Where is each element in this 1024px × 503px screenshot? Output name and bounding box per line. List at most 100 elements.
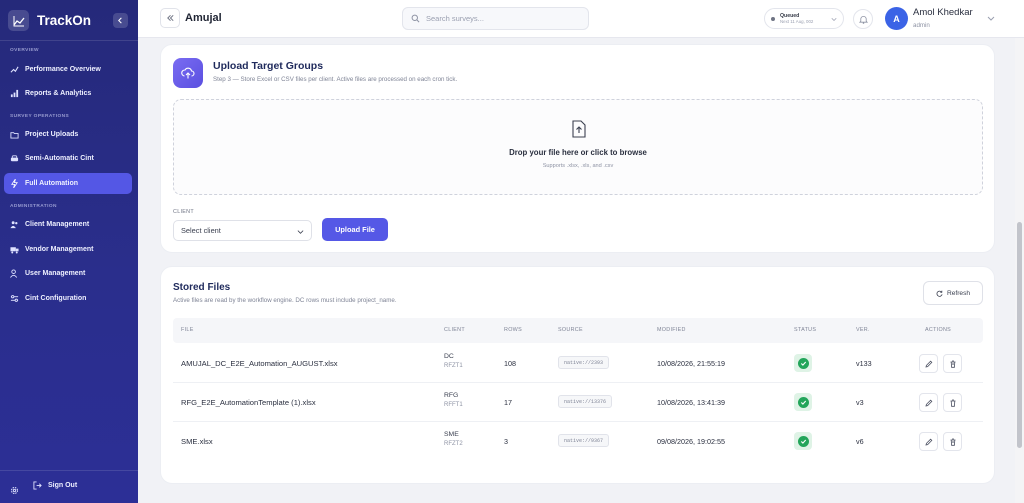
notifications-button[interactable] [853, 9, 873, 29]
version: v3 [856, 398, 864, 407]
users-icon [10, 220, 19, 229]
sidebar-item-client-management[interactable]: Client Management [4, 214, 132, 235]
pencil-icon [924, 399, 932, 407]
modified-date: 10/08/2026, 21:55:19 [657, 359, 725, 368]
refresh-icon [936, 290, 943, 297]
stored-files-card: Stored Files Active files are read by th… [160, 266, 995, 484]
search-icon [411, 14, 420, 23]
upload-icon [10, 130, 19, 139]
pencil-icon [924, 360, 932, 368]
queue-status-text: Queued Next 11 Aug, 002 [780, 13, 813, 25]
app-name: TrackOn [37, 13, 92, 28]
sidebar-item-reports-analytics[interactable]: Reports & Analytics [4, 83, 132, 104]
source-chip: native://9367 [558, 434, 610, 447]
sign-out-label: Sign Out [48, 482, 78, 489]
client-select[interactable]: Select client [173, 220, 312, 241]
table-row: RFG_E2E_AutomationTemplate (1).xlsx RFG … [173, 383, 983, 422]
column-header-file: FILE [181, 327, 194, 333]
trend-logo-icon [8, 10, 29, 31]
source-chip: native://2393 [558, 356, 610, 369]
sidebar-item-label: Project Uploads [25, 131, 79, 138]
modified-date: 10/08/2026, 13:41:39 [657, 398, 725, 407]
card-subtitle: Step 3 — Store Excel or CSV files per cl… [213, 76, 458, 83]
collapse-sidebar-button[interactable] [113, 13, 128, 28]
sidebar-item-semi-automatic-cint[interactable]: Semi-Automatic Cint [4, 148, 132, 169]
column-header-status: STATUS [794, 327, 817, 333]
dropzone-title: Drop your file here or click to browse [509, 148, 647, 157]
top-bar: Amujal Search surveys... Queued Next 11 … [138, 0, 1024, 38]
sidebar-item-label: Full Automation [25, 180, 79, 187]
scrollbar-thumb[interactable] [1017, 222, 1022, 448]
check-icon [797, 396, 809, 408]
column-header-client: CLIENT [444, 327, 465, 333]
sidebar-footer: Sign Out [0, 470, 138, 503]
user-cog-icon [10, 269, 19, 278]
sidebar-item-user-management[interactable]: User Management [4, 263, 132, 284]
back-button[interactable] [160, 8, 180, 28]
table-row: AMUJAL_DC_E2E_Automation_AUGUST.xlsx DC … [173, 344, 983, 383]
sliders-icon [10, 294, 19, 303]
trend-icon [10, 65, 19, 74]
status-badge[interactable] [794, 354, 812, 372]
edit-button[interactable] [919, 393, 938, 412]
sidebar-item-label: Performance Overview [25, 66, 101, 73]
queue-status-dropdown[interactable]: Queued Next 11 Aug, 002 [764, 8, 844, 29]
search-input[interactable]: Search surveys... [426, 14, 484, 23]
file-name: AMUJAL_DC_E2E_Automation_AUGUST.xlsx [181, 359, 338, 368]
client-sub: RFZT2 [444, 441, 463, 447]
file-name: RFG_E2E_AutomationTemplate (1).xlsx [181, 398, 316, 407]
sign-out-button[interactable]: Sign Out [33, 481, 77, 490]
edit-button[interactable] [919, 354, 938, 373]
sidebar-item-full-automation[interactable]: Full Automation [4, 173, 132, 194]
row-count: 108 [504, 359, 516, 368]
column-header-modified: MODIFIED [657, 327, 686, 333]
trash-icon [950, 399, 955, 407]
client-code: SME [444, 431, 459, 438]
sidebar-item-cint-configuration[interactable]: Cint Configuration [4, 288, 132, 309]
archive-button[interactable] [943, 354, 962, 373]
search-box[interactable]: Search surveys... [402, 7, 589, 30]
row-count: 3 [504, 437, 508, 446]
brand[interactable]: TrackOn [8, 10, 91, 31]
edit-button[interactable] [919, 432, 938, 451]
card-title: Upload Target Groups [213, 60, 324, 72]
sidebar-item-vendor-management[interactable]: Vendor Management [4, 239, 132, 260]
column-header-source: SOURCE [558, 327, 583, 333]
user-role: admin [913, 22, 930, 29]
client-code: DC [444, 353, 454, 360]
gear-icon[interactable] [10, 482, 19, 495]
column-header-version: VER. [856, 327, 870, 333]
sidebar-item-performance-overview[interactable]: Performance Overview [4, 59, 132, 80]
client-cell: SME RFZT2 [444, 430, 463, 449]
version: v133 [856, 359, 872, 368]
status-badge[interactable] [794, 393, 812, 411]
table-row: SME.xlsx SME RFZT2 3 native://9367 09/08… [173, 422, 983, 461]
dropzone-subtitle: Supports .xlsx, .xls, and .csv [542, 163, 614, 169]
client-cell: DC RFZT1 [444, 352, 463, 371]
section-title-overview: OVERVIEW [10, 48, 39, 53]
modified-date: 09/08/2026, 19:02:55 [657, 437, 725, 446]
sidebar-item-project-uploads[interactable]: Project Uploads [4, 124, 132, 145]
refresh-button[interactable]: Refresh [923, 281, 983, 305]
client-label: CLIENT [173, 209, 194, 215]
sidebar-item-label: User Management [25, 270, 86, 277]
client-code: RFG [444, 392, 459, 399]
archive-button[interactable] [943, 432, 962, 451]
sidebar-item-label: Reports & Analytics [25, 90, 92, 97]
client-sub: RFFT1 [444, 402, 463, 408]
file-dropzone[interactable]: Drop your file here or click to browse S… [173, 99, 983, 195]
bar-chart-icon [10, 89, 19, 98]
file-name: SME.xlsx [181, 437, 213, 446]
client-cell: RFG RFFT1 [444, 391, 463, 410]
check-icon [797, 435, 809, 447]
delete-button[interactable] [943, 393, 962, 412]
upload-file-button[interactable]: Upload File [322, 218, 388, 241]
double-chevron-left-icon [166, 14, 174, 22]
status-badge[interactable] [794, 432, 812, 450]
column-header-actions: ACTIONS [925, 327, 952, 333]
avatar[interactable]: A [885, 7, 908, 30]
user-name[interactable]: Amol Khedkar [913, 7, 973, 18]
sidebar-item-label: Semi-Automatic Cint [25, 155, 94, 162]
chevron-down-icon[interactable] [987, 14, 995, 22]
client-select-value: Select client [181, 226, 221, 235]
